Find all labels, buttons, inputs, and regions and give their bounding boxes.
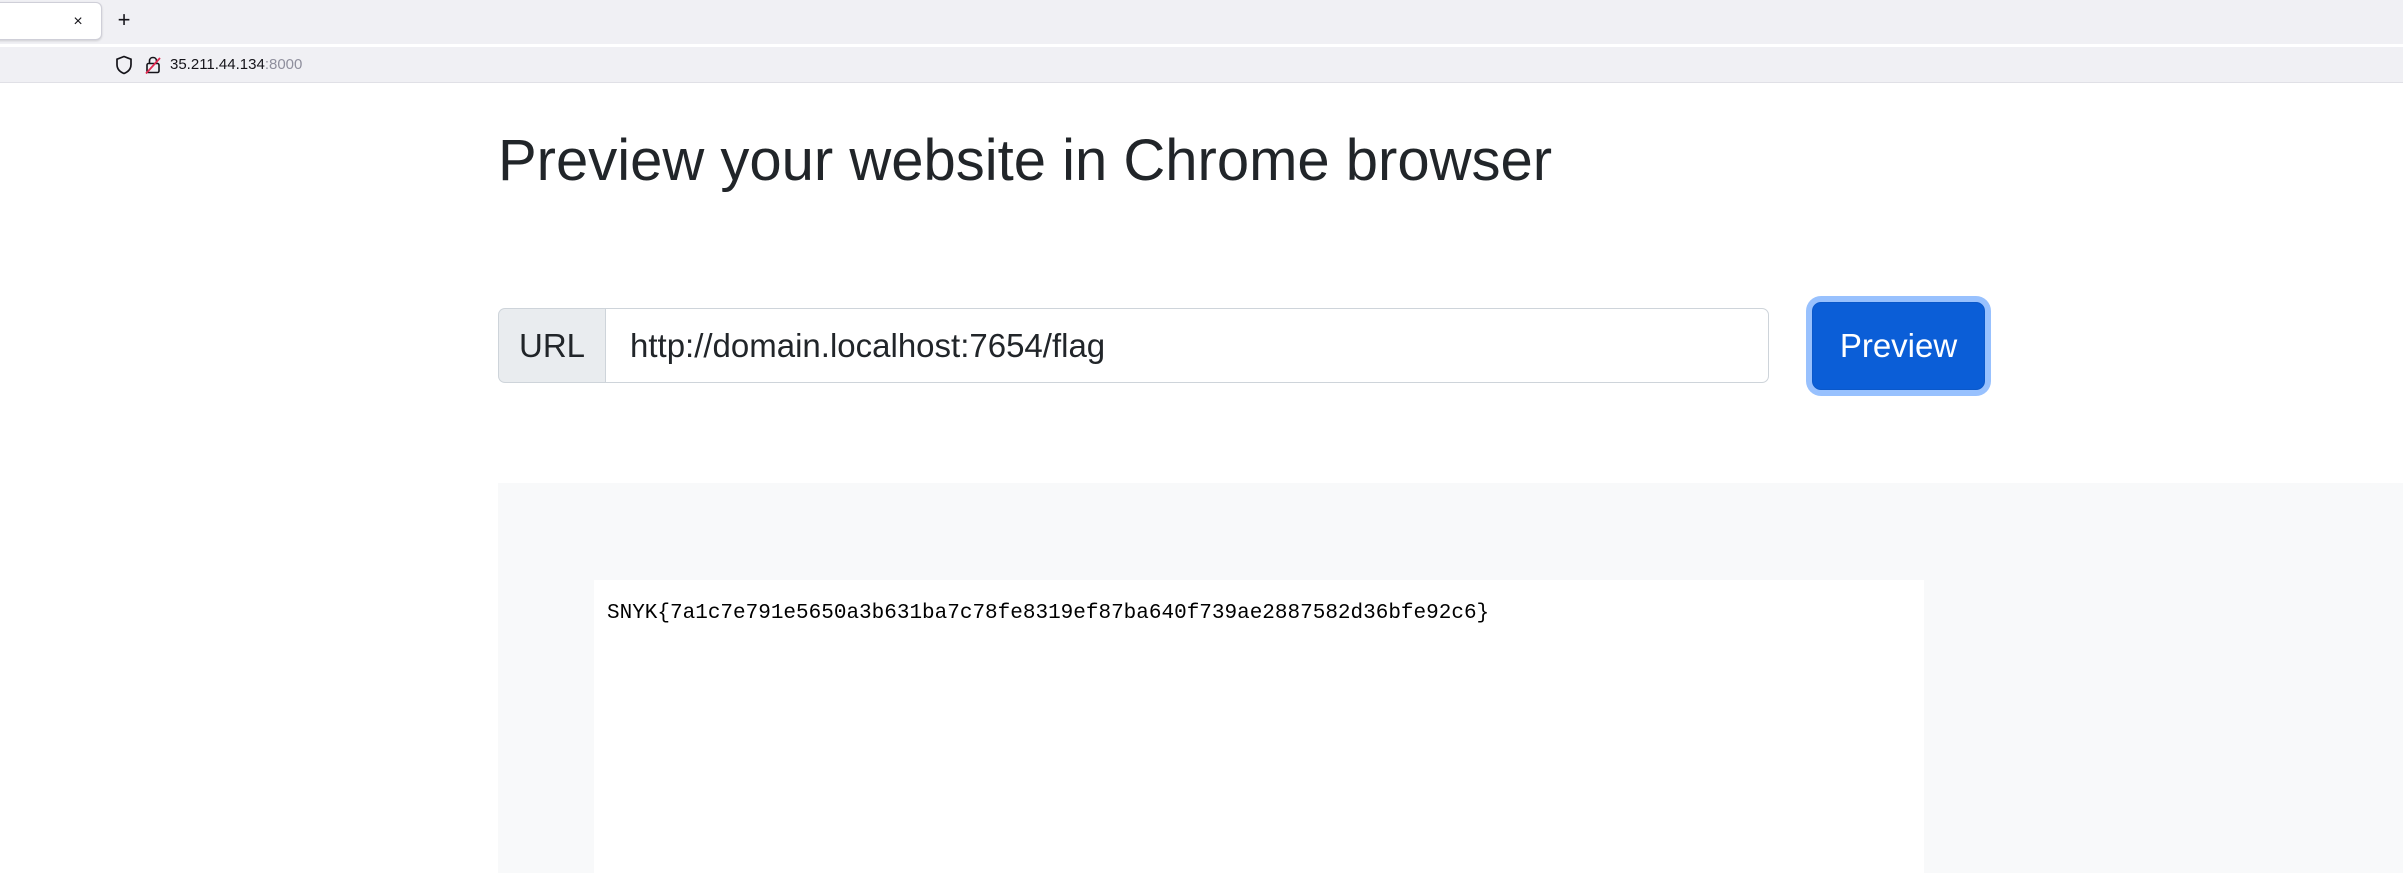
lock-icon[interactable] xyxy=(144,55,162,75)
shield-icon[interactable] xyxy=(115,55,133,75)
plus-icon[interactable]: + xyxy=(112,8,136,32)
browser-tab-bar: × + xyxy=(0,0,2403,44)
address-bar[interactable]: 35.211.44.134:8000 xyxy=(0,47,2403,83)
address-host: 35.211.44.134 xyxy=(170,56,265,73)
url-input[interactable] xyxy=(605,308,1769,383)
page-title: Preview your website in Chrome browser xyxy=(498,128,1553,193)
preview-button[interactable]: Preview xyxy=(1812,302,1985,390)
preview-output: SNYK{7a1c7e791e5650a3b631ba7c78fe8319ef8… xyxy=(607,602,1490,625)
preview-frame[interactable]: SNYK{7a1c7e791e5650a3b631ba7c78fe8319ef8… xyxy=(594,580,1924,873)
preview-area: SNYK{7a1c7e791e5650a3b631ba7c78fe8319ef8… xyxy=(498,483,2403,873)
address-text[interactable]: 35.211.44.134:8000 xyxy=(170,57,302,73)
url-input-group: URL xyxy=(498,308,1769,383)
browser-tab[interactable]: × xyxy=(0,2,102,40)
close-icon[interactable]: × xyxy=(67,12,89,32)
url-label: URL xyxy=(498,308,605,383)
address-port: :8000 xyxy=(264,56,303,73)
